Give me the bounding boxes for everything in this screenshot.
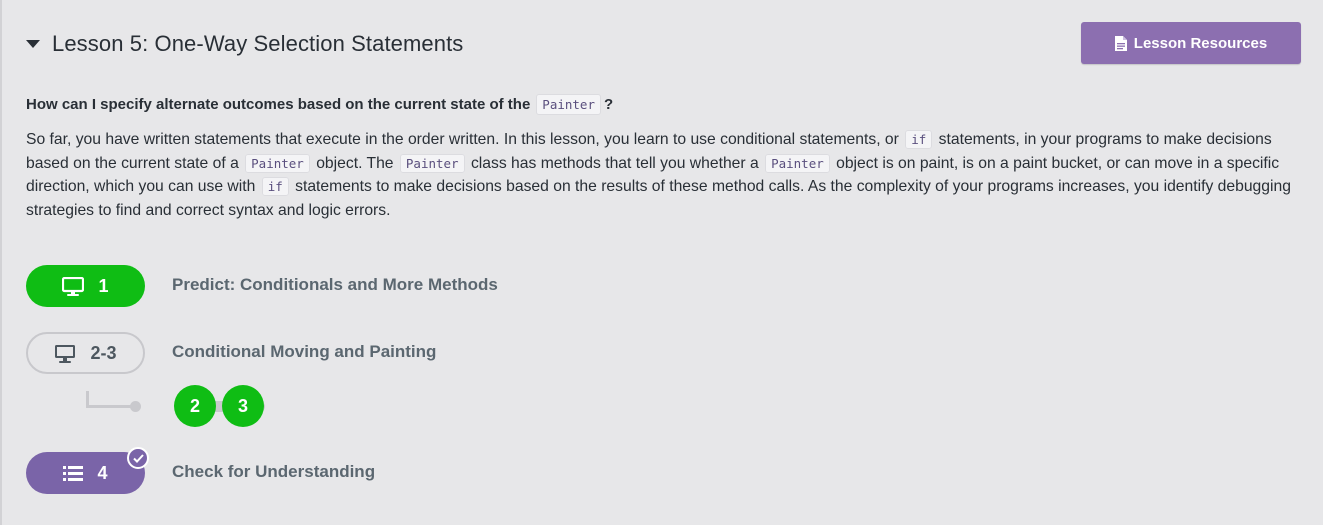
level-number: 2-3 <box>90 342 117 363</box>
inline-code: Painter <box>765 153 830 173</box>
submitted-check-icon <box>127 447 149 469</box>
level-2-3-button[interactable]: 2-3 <box>26 332 145 374</box>
description-text: So far, you have written statements that… <box>26 131 899 148</box>
sublevel-connector <box>86 391 134 408</box>
collapse-caret-icon[interactable] <box>26 40 40 48</box>
lesson-question: How can I specify alternate outcomes bas… <box>26 94 613 115</box>
level-number: 1 <box>98 275 109 296</box>
monitor-icon <box>55 344 76 363</box>
question-code: Painter <box>536 94 601 115</box>
level-1-button[interactable]: 1 <box>26 265 145 307</box>
sublevel-connector-dot <box>130 401 141 412</box>
sublevel-3-bubble[interactable]: 3 <box>222 385 264 427</box>
level-4-label[interactable]: Check for Understanding <box>172 462 375 482</box>
lesson-panel <box>0 0 1323 525</box>
level-number: 4 <box>97 462 108 483</box>
list-icon <box>63 465 84 481</box>
lesson-resources-label: Lesson Resources <box>1133 34 1268 52</box>
lesson-resources-button[interactable]: Lesson Resources <box>1081 22 1301 64</box>
inline-code: if <box>905 130 933 149</box>
lesson-header: Lesson 5: One-Way Selection Statements L… <box>26 22 1301 66</box>
monitor-icon <box>62 276 85 296</box>
question-end: ? <box>603 96 614 113</box>
lesson-description: So far, you have written statements that… <box>26 128 1306 222</box>
sublevel-2-bubble[interactable]: 2 <box>174 385 216 427</box>
inline-code: Painter <box>399 153 465 173</box>
document-icon <box>1114 35 1127 51</box>
level-1-label[interactable]: Predict: Conditionals and More Methods <box>172 275 498 295</box>
inline-code: Painter <box>245 153 310 173</box>
description-text: class has methods that tell you whether … <box>470 154 759 172</box>
inline-code: if <box>261 177 289 196</box>
level-2-3-label[interactable]: Conditional Moving and Painting <box>172 342 436 362</box>
lesson-title: Lesson 5: One-Way Selection Statements <box>52 31 464 56</box>
question-text: How can I specify alternate outcomes bas… <box>26 96 531 113</box>
description-text: object. The <box>316 154 394 172</box>
